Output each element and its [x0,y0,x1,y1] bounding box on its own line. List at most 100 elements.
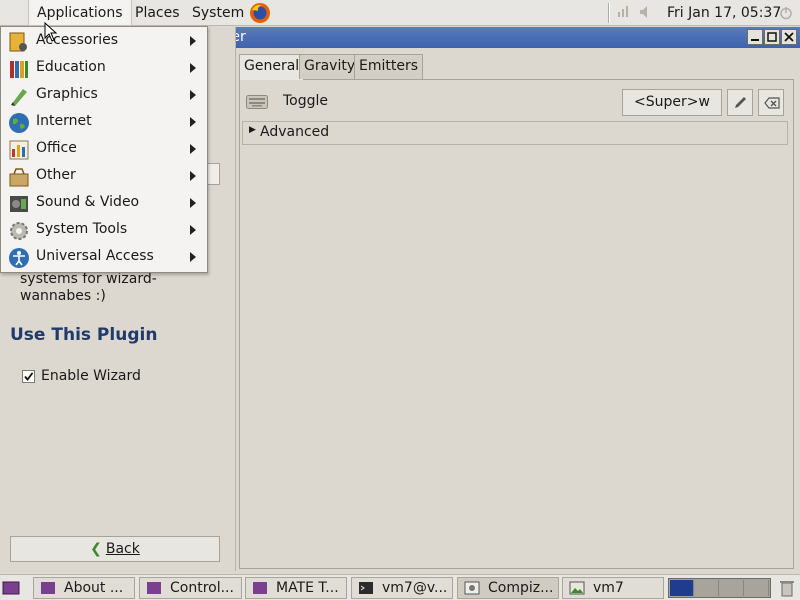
minimize-button[interactable] [747,29,763,45]
menu-item-label: Graphics [36,86,98,102]
submenu-arrow-icon [190,198,196,208]
internet-icon [9,113,29,133]
submenu-arrow-icon [190,117,196,127]
office-icon [9,140,29,160]
enable-wizard-label[interactable]: Enable Wizard [41,368,141,384]
show-desktop-icon[interactable] [2,579,20,597]
workspace-4[interactable] [745,580,769,596]
submenu-arrow-icon [190,90,196,100]
accessories-icon [9,32,27,52]
menu-item-label: System Tools [36,221,128,237]
taskbar-item[interactable]: MATE T... [245,577,347,599]
shortcut-button[interactable]: <Super>w [622,89,722,116]
maximize-icon [767,32,777,42]
close-icon [784,32,794,42]
submenu-arrow-icon [190,36,196,46]
compiz-icon [464,581,480,595]
mouse-cursor-icon [44,22,58,42]
workspace-3[interactable] [720,580,744,596]
menu-item-office[interactable]: Office [1,136,207,163]
menu-item-label: Internet [36,113,92,129]
clear-icon [764,97,780,109]
submenu-arrow-icon [190,252,196,262]
trash-icon[interactable] [779,579,795,597]
window-icon [41,582,55,594]
task-label: Compiz... [488,580,554,596]
places-menu-button[interactable]: Places [127,0,188,26]
menu-item-other[interactable]: Other [1,163,207,190]
menu-item-universal-access[interactable]: Universal Access [1,244,207,271]
gear-icon [10,222,28,240]
other-icon [9,168,29,187]
expander-arrow-icon: ▶ [249,125,256,135]
window-icon [253,582,267,594]
keyboard-icon [246,95,268,109]
workspace-1[interactable] [670,580,694,596]
back-label: Back [105,541,140,557]
taskbar-item[interactable]: Compiz... [457,577,559,599]
taskbar-item[interactable]: vm7 [562,577,664,599]
task-label: About ... [64,580,124,596]
menu-item-label: Sound & Video [36,194,140,210]
menu-item-label: Office [36,140,77,156]
submenu-arrow-icon [190,144,196,154]
control-center-icon [147,582,161,594]
graphics-icon [11,89,27,106]
back-arrow-icon: ❮ [90,541,102,557]
universal-access-icon [9,248,29,268]
close-button[interactable] [781,29,797,45]
menu-item-sound-video[interactable]: Sound & Video [1,190,207,217]
volume-icon[interactable] [638,4,654,20]
panel-separator [608,3,610,23]
advanced-label: Advanced [260,124,330,140]
submenu-arrow-icon [190,171,196,181]
tab-emitters[interactable]: Emitters [354,54,424,79]
plugin-description: systems for wizard-wannabes :) [20,271,157,304]
minimize-icon [751,39,759,41]
education-icon [10,61,28,78]
system-menu-button[interactable]: System [184,0,252,26]
use-plugin-heading: Use This Plugin [10,325,158,345]
menu-item-system-tools[interactable]: System Tools [1,217,207,244]
menu-item-internet[interactable]: Internet [1,109,207,136]
tab-gravity[interactable]: Gravity [299,54,361,79]
edit-shortcut-button[interactable] [727,89,753,116]
advanced-expander[interactable]: ▶ Advanced [242,121,788,145]
network-icon[interactable] [617,5,629,19]
clock[interactable]: Fri Jan 17, 05:37 [667,0,781,26]
taskbar-item[interactable]: vm7@v... [351,577,453,599]
tab-general[interactable]: General [239,54,305,80]
power-icon[interactable] [779,6,793,20]
menu-item-education[interactable]: Education [1,55,207,82]
submenu-arrow-icon [190,63,196,73]
taskbar-item[interactable]: About ... [33,577,135,599]
task-label: Control... [170,580,234,596]
sound-video-icon [10,196,28,212]
checkmark-icon [24,372,34,381]
workspace-switcher[interactable] [668,578,771,598]
workspace-2[interactable] [695,580,719,596]
submenu-arrow-icon [190,225,196,235]
tab-content [239,79,794,569]
maximize-button[interactable] [764,29,780,45]
image-viewer-icon [569,581,585,595]
top-panel: Applications Places System Fri Jan 17, 0… [0,0,800,26]
menu-item-label: Other [36,167,76,183]
task-label: vm7 [593,580,624,596]
firefox-icon[interactable] [249,2,271,24]
clear-shortcut-button[interactable] [758,89,784,116]
taskbar-item[interactable]: Control... [139,577,242,599]
pencil-icon [735,97,746,108]
toggle-label: Toggle [283,93,329,109]
menu-item-graphics[interactable]: Graphics [1,82,207,109]
bottom-panel: About ... Control... MATE T... vm7@v... … [0,574,800,600]
applications-menu: Accessories Education Graphics Internet … [0,26,208,273]
task-label: MATE T... [276,580,339,596]
back-button[interactable]: ❮ Back [10,536,220,562]
task-label: vm7@v... [382,580,448,596]
enable-wizard-checkbox[interactable] [22,370,35,383]
menu-item-label: Education [36,59,106,75]
menu-item-label: Universal Access [36,248,154,264]
menu-item-accessories[interactable]: Accessories [1,28,207,55]
terminal-icon [359,582,373,594]
